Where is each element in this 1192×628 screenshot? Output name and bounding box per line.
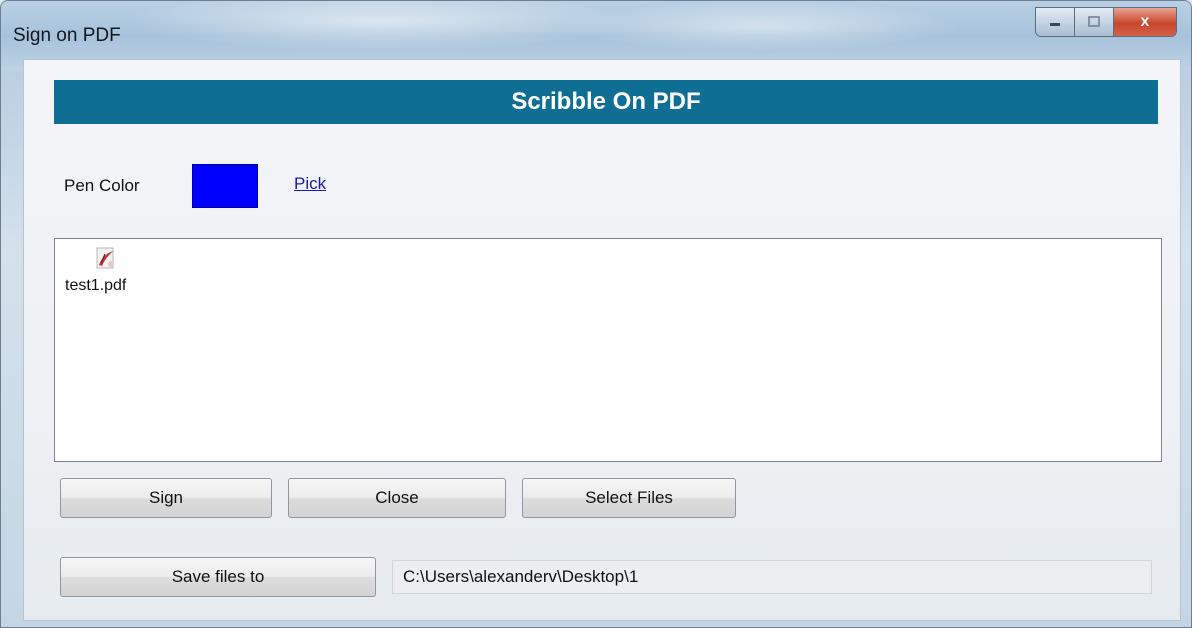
app-banner: Scribble On PDF (54, 80, 1158, 124)
sign-button[interactable]: Sign (60, 478, 272, 518)
close-window-button[interactable]: x (1114, 8, 1176, 36)
select-files-button[interactable]: Select Files (522, 478, 736, 518)
minimize-icon (1050, 23, 1060, 26)
file-list-item[interactable]: test1.pdf (65, 245, 155, 295)
pen-color-swatch (192, 164, 258, 208)
minimize-button[interactable] (1036, 8, 1075, 36)
close-icon: x (1140, 13, 1150, 30)
close-button[interactable]: Close (288, 478, 506, 518)
maximize-button[interactable] (1075, 8, 1114, 36)
file-name: test1.pdf (65, 277, 127, 294)
app-window: Sign on PDF x Scribble On PDF Pen Color … (0, 0, 1192, 628)
pen-color-label: Pen Color (64, 176, 140, 195)
pdf-file-icon (96, 247, 114, 269)
pick-color-link[interactable]: Pick (294, 174, 326, 194)
window-title: Sign on PDF (13, 25, 121, 46)
client-area: Scribble On PDF Pen Color Pick test1.pdf… (23, 59, 1181, 621)
caption-buttons: x (1035, 7, 1177, 37)
banner-title: Scribble On PDF (511, 88, 701, 115)
file-list[interactable]: test1.pdf (54, 238, 1162, 462)
save-path-field[interactable]: C:\Users\alexanderv\Desktop\1 (392, 560, 1152, 594)
maximize-icon (1088, 16, 1100, 27)
save-files-to-button[interactable]: Save files to (60, 557, 376, 597)
